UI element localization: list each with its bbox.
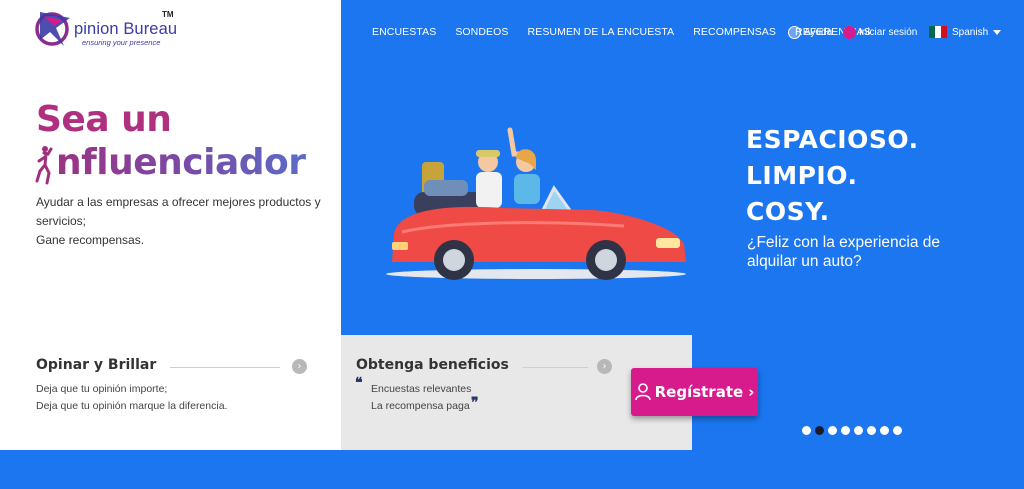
headline-line1: Sea un xyxy=(36,99,172,140)
register-label: Regístrate xyxy=(654,383,744,401)
carousel-dot[interactable] xyxy=(828,426,837,435)
nav-item-recompensas[interactable]: RECOMPENSAS xyxy=(693,26,776,38)
hero-lead: Ayudar a las empresas a ofrecer mejores … xyxy=(36,193,331,250)
open-quote-icon: ❝ xyxy=(355,375,363,391)
close-quote-icon: ❞ xyxy=(471,395,479,411)
promo-headline: ESPACIOSO. LIMPIO. COSY. xyxy=(746,122,919,230)
carousel-dot[interactable] xyxy=(802,426,811,435)
help-link[interactable]: Ayuda xyxy=(788,22,832,42)
chevron-down-icon xyxy=(993,29,1002,35)
login-link[interactable]: Iniciar sesión xyxy=(843,22,917,42)
language-label: Spanish xyxy=(952,26,989,38)
logo-tagline: ensuring your presence xyxy=(82,38,161,47)
hero-headline: Sea un nfluenciador xyxy=(36,98,306,184)
nav-item-resumen[interactable]: RESUMEN DE LA ENCUESTA xyxy=(528,26,675,38)
promo-subtitle: ¿Feliz con la experiencia de alquilar un… xyxy=(747,234,940,270)
register-button[interactable]: Regístrate › xyxy=(631,368,758,416)
info-line: Deja que tu opinión importe; xyxy=(36,383,168,395)
help-icon xyxy=(788,25,801,39)
logo-text: pinion Bureau xyxy=(74,20,178,38)
site-logo[interactable]: pinion Bureau TM ensuring your presence xyxy=(34,6,184,50)
headline-line2: nfluenciador xyxy=(36,141,306,184)
car-illustration xyxy=(386,127,686,280)
runner-figure-icon xyxy=(35,146,53,185)
chevron-right-icon[interactable]: › xyxy=(597,359,612,374)
info-line: Deja que tu opinión marque la diferencia… xyxy=(36,400,228,412)
carousel-dots xyxy=(802,426,906,435)
login-icon xyxy=(843,25,856,39)
nav-item-sondeos[interactable]: SONDEOS xyxy=(455,26,508,38)
info-title: Opinar y Brillar xyxy=(36,357,157,373)
chevron-right-icon[interactable]: › xyxy=(292,359,307,374)
login-label: Iniciar sesión xyxy=(859,26,918,38)
divider xyxy=(170,367,280,368)
carousel-dot[interactable] xyxy=(854,426,863,435)
promo-line: ESPACIOSO. xyxy=(746,125,919,154)
user-icon xyxy=(634,383,651,401)
promo-line: COSY. xyxy=(746,197,830,226)
carousel-dot[interactable] xyxy=(880,426,889,435)
help-label: Ayuda xyxy=(804,26,833,38)
promo-line: LIMPIO. xyxy=(746,161,858,190)
carousel-dot[interactable] xyxy=(815,426,824,435)
info-block-opinar: Opinar y Brillar › Deja que tu opinión i… xyxy=(0,335,341,450)
nav-item-encuestas[interactable]: ENCUESTAS xyxy=(372,26,436,38)
mexico-flag-icon xyxy=(929,26,947,38)
carousel-dot[interactable] xyxy=(841,426,850,435)
lead-line: Ayudar a las empresas a ofrecer mejores … xyxy=(36,195,321,228)
chevron-right-icon: › xyxy=(748,383,755,401)
info-line: Encuestas relevantes xyxy=(371,383,472,395)
divider xyxy=(522,367,588,368)
bottom-strip xyxy=(0,450,1024,489)
lead-line: Gane recompensas. xyxy=(36,233,145,247)
carousel-dot[interactable] xyxy=(893,426,902,435)
language-selector[interactable]: Spanish xyxy=(929,22,1002,42)
carousel-dot[interactable] xyxy=(867,426,876,435)
info-title: Obtenga beneficios xyxy=(356,357,509,373)
logo-trademark: TM xyxy=(162,10,174,19)
info-line: La recompensa paga xyxy=(371,400,470,412)
logo-mark-icon xyxy=(35,12,70,46)
